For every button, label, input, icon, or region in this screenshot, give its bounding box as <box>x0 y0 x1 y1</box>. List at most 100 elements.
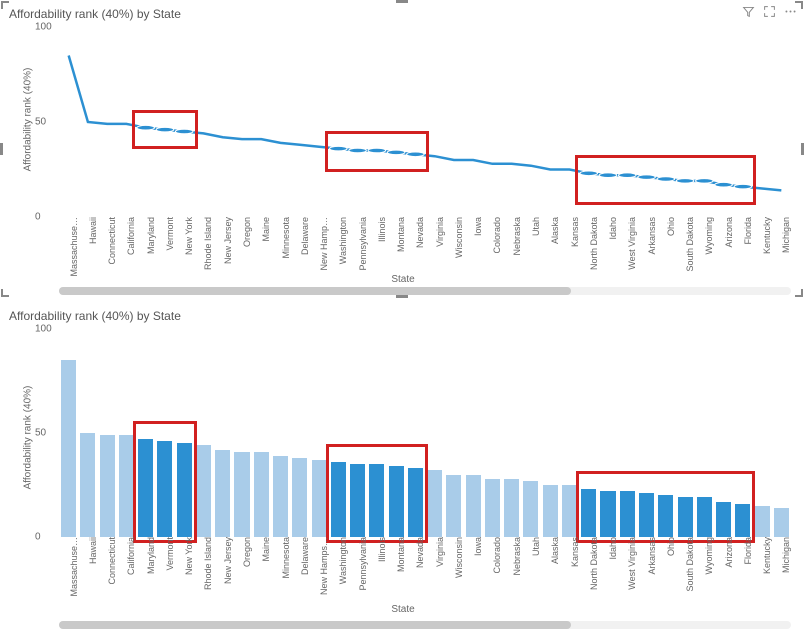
y-axis-label: Affordability rank (40%) <box>23 363 34 513</box>
x-tick-label: Iowa <box>473 217 483 236</box>
bar[interactable] <box>562 485 577 537</box>
bar[interactable] <box>485 479 500 537</box>
bar-plot-region[interactable] <box>59 329 791 537</box>
x-tick-label: Nevada <box>415 217 425 248</box>
bar[interactable] <box>600 491 615 537</box>
horizontal-scrollbar[interactable] <box>59 621 791 629</box>
bar[interactable] <box>620 491 635 537</box>
x-tick-label: Utah <box>531 537 541 556</box>
x-tick-label: North Dakota <box>589 217 599 270</box>
x-tick-label: Nevada <box>415 537 425 568</box>
bar[interactable] <box>755 506 770 537</box>
x-tick-label: Florida <box>743 217 753 245</box>
x-tick-label: Kansas <box>570 217 580 247</box>
x-tick-label: Nebraska <box>512 217 522 256</box>
x-tick-label: Maine <box>261 217 271 242</box>
x-tick-label: Arizona <box>724 217 734 248</box>
x-tick-label: Oregon <box>242 537 252 567</box>
bar[interactable] <box>639 493 654 537</box>
bar[interactable] <box>100 435 115 537</box>
x-tick-label: Washington <box>338 217 348 264</box>
bar[interactable] <box>254 452 269 537</box>
x-tick-label: Wisconsin <box>454 537 464 578</box>
bar[interactable] <box>138 439 153 537</box>
bar[interactable] <box>61 360 76 537</box>
y-axis: Affordability rank (40%) 0 50 100 <box>7 325 59 629</box>
x-tick-label: Oregon <box>242 217 252 247</box>
bar[interactable] <box>735 504 750 537</box>
x-tick-label: Kentucky <box>762 217 772 254</box>
bar[interactable] <box>350 464 365 537</box>
bar[interactable] <box>312 460 327 537</box>
x-tick-label: Pennsylvania <box>358 217 368 271</box>
bar[interactable] <box>543 485 558 537</box>
x-tick-label: Kansas <box>570 537 580 567</box>
bar[interactable] <box>774 508 789 537</box>
scrollbar-thumb[interactable] <box>59 287 571 295</box>
bar[interactable] <box>157 441 172 537</box>
y-tick-0: 0 <box>35 212 41 223</box>
x-tick-label: Rhode Island <box>203 537 213 590</box>
bar[interactable] <box>292 458 307 537</box>
x-tick-label: Hawaii <box>88 537 98 564</box>
x-tick-label: Alaska <box>550 537 560 564</box>
line-plot-region[interactable] <box>59 27 791 217</box>
focus-mode-icon[interactable] <box>763 5 776 21</box>
x-tick-label: Massachuse… <box>69 217 79 277</box>
x-tick-label: Ohio <box>666 537 676 556</box>
x-tick-label: Wyoming <box>704 217 714 254</box>
x-tick-label: Idaho <box>608 217 618 240</box>
x-tick-label: New Jersey <box>223 537 233 584</box>
x-tick-label: Connecticut <box>107 217 117 265</box>
y-axis: Affordability rank (40%) 0 50 100 <box>7 23 59 295</box>
more-options-icon[interactable] <box>784 5 797 21</box>
x-tick-label: Nebraska <box>512 537 522 576</box>
bar[interactable] <box>234 452 249 537</box>
scrollbar-thumb[interactable] <box>59 621 571 629</box>
x-tick-label: Minnesota <box>281 537 291 579</box>
bar[interactable] <box>215 450 230 537</box>
bar-chart-visual[interactable]: Affordability rank (40%) by State Afford… <box>0 302 804 632</box>
bar[interactable] <box>80 433 95 537</box>
y-tick-50: 50 <box>35 428 46 439</box>
x-tick-label: Colorado <box>492 217 502 254</box>
filter-icon[interactable] <box>742 5 755 21</box>
x-tick-label: Arizona <box>724 537 734 568</box>
bar[interactable] <box>331 462 346 537</box>
x-tick-label: Idaho <box>608 537 618 560</box>
horizontal-scrollbar[interactable] <box>59 287 791 295</box>
x-tick-label: Virginia <box>435 217 445 247</box>
bar[interactable] <box>177 443 192 537</box>
bar[interactable] <box>678 497 693 537</box>
x-axis-labels-line: Massachuse…HawaiiConnecticutCaliforniaMa… <box>59 217 791 269</box>
x-tick-label: New York <box>184 217 194 255</box>
bar[interactable] <box>504 479 519 537</box>
bar[interactable] <box>716 502 731 537</box>
resize-handle-left[interactable] <box>0 143 3 155</box>
bar[interactable] <box>369 464 384 537</box>
bar[interactable] <box>427 470 442 537</box>
bar[interactable] <box>196 445 211 537</box>
bar[interactable] <box>119 435 134 537</box>
x-tick-label: California <box>126 537 136 575</box>
x-tick-label: Colorado <box>492 537 502 574</box>
bar[interactable] <box>523 481 538 537</box>
bar[interactable] <box>466 475 481 537</box>
bar[interactable] <box>697 497 712 537</box>
bar[interactable] <box>389 466 404 537</box>
bar[interactable] <box>408 468 423 537</box>
bar[interactable] <box>581 489 596 537</box>
bar[interactable] <box>446 475 461 537</box>
resize-handle-tl[interactable] <box>1 1 9 9</box>
x-tick-label: Delaware <box>300 537 310 575</box>
x-tick-label: Maryland <box>146 217 156 254</box>
bar[interactable] <box>658 495 673 537</box>
x-tick-label: Michigan <box>781 217 791 253</box>
resize-handle-top[interactable] <box>396 0 408 3</box>
resize-handle-bottom[interactable] <box>396 295 408 298</box>
x-tick-label: Alaska <box>550 217 560 244</box>
bar[interactable] <box>273 456 288 537</box>
x-tick-label: Iowa <box>473 537 483 556</box>
x-tick-label: Minnesota <box>281 217 291 259</box>
line-chart-visual[interactable]: Affordability rank (40%) by State Afford… <box>0 0 804 298</box>
